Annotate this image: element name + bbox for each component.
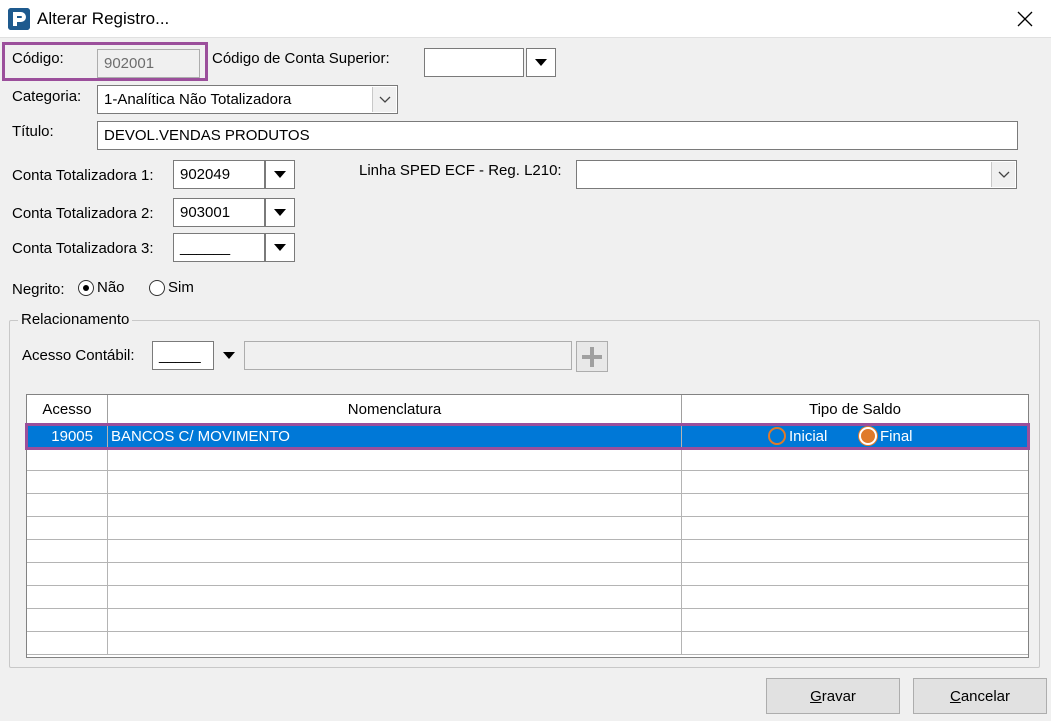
acesso-contabil-input[interactable]: _____ <box>152 341 214 370</box>
app-logo-icon <box>8 8 30 30</box>
add-acesso-button[interactable] <box>576 341 608 372</box>
table-row-empty <box>27 609 1028 632</box>
grid-cell-empty <box>27 517 108 539</box>
triangle-down-icon <box>535 58 547 66</box>
conta-tot2-label: Conta Totalizadora 2: <box>12 205 154 222</box>
triangle-down-icon <box>274 243 286 251</box>
conta-tot1-dropdown-button[interactable] <box>265 160 295 189</box>
conta-superior-label: Código de Conta Superior: <box>212 50 390 67</box>
grid-cell-empty <box>108 563 682 585</box>
triangle-down-icon <box>223 351 235 359</box>
grid-cell-empty <box>682 517 1028 539</box>
relacionamento-legend: Relacionamento <box>18 311 133 328</box>
radio-unselected-icon <box>149 279 165 296</box>
titulo-input[interactable]: DEVOL.VENDAS PRODUTOS <box>97 121 1018 150</box>
grid-cell-empty <box>108 632 682 654</box>
negrito-sim-radio[interactable]: Sim <box>149 279 194 296</box>
grid-cell-empty <box>27 632 108 654</box>
conta-tot1-label: Conta Totalizadora 1: <box>12 167 154 184</box>
chevron-down-icon <box>998 171 1009 178</box>
table-row-empty <box>27 540 1028 563</box>
grid-cell-empty <box>108 494 682 516</box>
grid-cell-empty <box>27 471 108 493</box>
plus-icon <box>582 346 602 367</box>
grid-cell-empty <box>27 494 108 516</box>
codigo-label: Código: <box>12 50 64 67</box>
table-row-empty <box>27 563 1028 586</box>
table-row-empty <box>27 632 1028 655</box>
grid-cell-empty <box>108 540 682 562</box>
grid-cell-empty <box>27 586 108 608</box>
grid-header: Acesso Nomenclatura Tipo de Saldo <box>27 395 1028 424</box>
table-row-empty <box>27 517 1028 540</box>
conta-tot1-input[interactable]: 902049 <box>173 160 265 189</box>
selected-row-highlight <box>25 423 1030 450</box>
categoria-value: 1-Analítica Não Totalizadora <box>104 91 292 108</box>
grid-cell-empty <box>682 494 1028 516</box>
close-button[interactable] <box>1005 5 1045 33</box>
cancelar-button[interactable]: Cancelar <box>913 678 1047 714</box>
sped-dropdown-arrow[interactable] <box>991 162 1015 187</box>
grid-cell-empty <box>27 448 108 470</box>
acesso-contabil-dropdown-button[interactable] <box>214 341 244 370</box>
close-icon <box>1017 11 1033 27</box>
triangle-down-icon <box>274 170 286 178</box>
chevron-down-icon <box>379 96 390 103</box>
gravar-label: Gravar <box>810 687 856 705</box>
table-row-empty <box>27 586 1028 609</box>
table-row-empty <box>27 448 1028 471</box>
grid-cell-empty <box>108 448 682 470</box>
negrito-nao-label: Não <box>97 279 125 296</box>
negrito-nao-radio[interactable]: Não <box>78 279 125 296</box>
grid-cell-empty <box>682 471 1028 493</box>
conta-superior-dropdown-button[interactable] <box>526 48 556 77</box>
acesso-contabil-description <box>244 341 572 370</box>
grid-cell-empty <box>682 632 1028 654</box>
sped-select[interactable] <box>576 160 1017 189</box>
conta-tot3-input[interactable]: ______ <box>173 233 265 262</box>
titulo-label: Título: <box>12 123 54 140</box>
grid-cell-empty <box>108 471 682 493</box>
conta-tot2-input[interactable]: 903001 <box>173 198 265 227</box>
categoria-select[interactable]: 1-Analítica Não Totalizadora <box>97 85 398 114</box>
negrito-label: Negrito: <box>12 281 65 298</box>
radio-selected-icon <box>78 279 94 296</box>
column-header-acesso[interactable]: Acesso <box>27 395 108 424</box>
table-row-empty <box>27 471 1028 494</box>
grid-cell-empty <box>108 609 682 631</box>
acesso-contabil-label: Acesso Contábil: <box>22 347 135 364</box>
column-header-nomenclatura[interactable]: Nomenclatura <box>108 395 682 424</box>
grid-cell-empty <box>682 540 1028 562</box>
triangle-down-icon <box>274 208 286 216</box>
cancelar-label: Cancelar <box>949 687 1011 705</box>
grid-cell-empty <box>108 517 682 539</box>
categoria-label: Categoria: <box>12 88 82 105</box>
column-header-tipo-saldo[interactable]: Tipo de Saldo <box>682 395 1028 424</box>
grid-cell-empty <box>682 448 1028 470</box>
conta-tot3-dropdown-button[interactable] <box>265 233 295 262</box>
gravar-button[interactable]: Gravar <box>766 678 900 714</box>
conta-superior-input[interactable] <box>424 48 524 77</box>
codigo-input[interactable]: 902001 <box>97 49 200 78</box>
conta-tot3-label: Conta Totalizadora 3: <box>12 240 154 257</box>
grid-cell-empty <box>27 540 108 562</box>
conta-tot2-dropdown-button[interactable] <box>265 198 295 227</box>
grid-cell-empty <box>27 563 108 585</box>
grid-cell-empty <box>27 609 108 631</box>
grid-cell-empty <box>682 563 1028 585</box>
grid-cell-empty <box>682 609 1028 631</box>
table-row-empty <box>27 494 1028 517</box>
categoria-dropdown-arrow[interactable] <box>372 87 396 112</box>
negrito-sim-label: Sim <box>168 279 194 296</box>
grid-cell-empty <box>108 586 682 608</box>
sped-label: Linha SPED ECF - Reg. L210: <box>359 162 562 179</box>
grid-cell-empty <box>682 586 1028 608</box>
window-title: Alterar Registro... <box>37 9 170 28</box>
